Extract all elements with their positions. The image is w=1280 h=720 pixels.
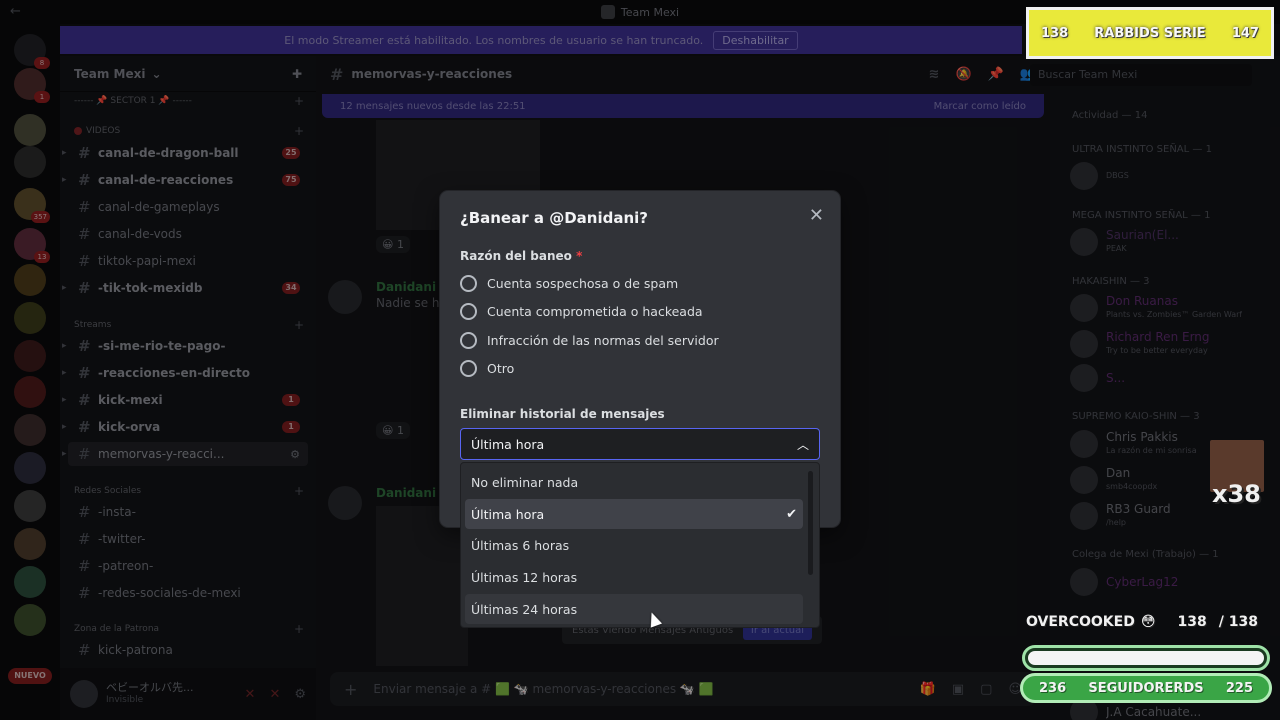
reason-option-spam[interactable]: Cuenta sospechosa o de spam [460, 275, 678, 292]
option-label: Cuenta sospechosa o de spam [487, 276, 679, 291]
discord-window: ← Team Mexi 8 1 357 13 NUEVO El modo Str… [0, 0, 1280, 720]
reason-label-text: Razón del baneo [460, 249, 572, 263]
radio-circle[interactable] [460, 303, 477, 320]
oc-total: / 138 [1218, 614, 1258, 630]
select-value: Última hora [471, 436, 545, 452]
left-count: 138 [1041, 25, 1069, 41]
oc-current: 138 [1177, 614, 1207, 630]
progress-fill [1028, 651, 1264, 665]
reason-option-rules[interactable]: Infracción de las normas del servidor [460, 332, 719, 349]
progress-bar [1022, 645, 1270, 671]
option-label: Otro [487, 361, 515, 376]
radio-circle[interactable] [460, 275, 477, 292]
option-24-hours[interactable]: Últimas 24 horas [465, 594, 803, 624]
option-label: Últimas 12 horas [471, 569, 578, 585]
option-label: Última hora [471, 506, 545, 522]
close-icon[interactable]: ✕ [809, 205, 824, 226]
option-last-hour[interactable]: Última hora ✔ [465, 499, 803, 529]
option-label: Últimas 6 horas [471, 537, 570, 553]
radio-circle[interactable] [460, 360, 477, 377]
option-label: Infracción de las normas del servidor [487, 333, 719, 348]
overcooked-counter: OVERCOOKED 😳 138 / 138 [1026, 614, 1258, 630]
reason-option-other[interactable]: Otro [460, 360, 514, 377]
option-label: Últimas 24 horas [471, 601, 578, 617]
history-label: Eliminar historial de mensajes [460, 407, 665, 421]
option-label: No eliminar nada [471, 474, 579, 490]
followers-bar: 236 SEGUIDORERDS 225 [1020, 673, 1272, 703]
widget-title: RABBIDS SERIE [1094, 25, 1206, 41]
option-6-hours[interactable]: Últimas 6 horas [465, 530, 803, 560]
dropdown-scrollbar[interactable] [808, 471, 813, 575]
right-count: 147 [1231, 25, 1259, 41]
required-mark: * [576, 249, 583, 263]
reason-label: Razón del baneo * [460, 249, 582, 263]
emoji-icon: 😳 [1140, 614, 1156, 630]
reason-option-compromised[interactable]: Cuenta comprometida o hackeada [460, 303, 703, 320]
option-label: Cuenta comprometida o hackeada [487, 304, 703, 319]
history-dropdown: No eliminar nada Última hora ✔ Últimas 6 … [460, 462, 820, 628]
modal-title: ¿Banear a @Danidani? [460, 209, 648, 227]
option-no-delete[interactable]: No eliminar nada [465, 467, 803, 497]
delete-history-select[interactable]: Última hora ︿ [460, 428, 820, 460]
followers-label: SEGUIDORERDS [1088, 680, 1204, 696]
multiplier-label: x38 [1212, 480, 1261, 508]
overcooked-label: OVERCOOKED [1026, 614, 1135, 630]
rabbids-counter-widget: 138 RABBIDS SERIE 147 [1026, 7, 1274, 59]
followers-left: 236 [1039, 680, 1067, 696]
checkmark-icon: ✔ [786, 506, 797, 522]
followers-right: 225 [1225, 680, 1253, 696]
chevron-up-icon: ︿ [796, 437, 809, 452]
option-12-hours[interactable]: Últimas 12 horas [465, 562, 803, 592]
radio-circle[interactable] [460, 332, 477, 349]
